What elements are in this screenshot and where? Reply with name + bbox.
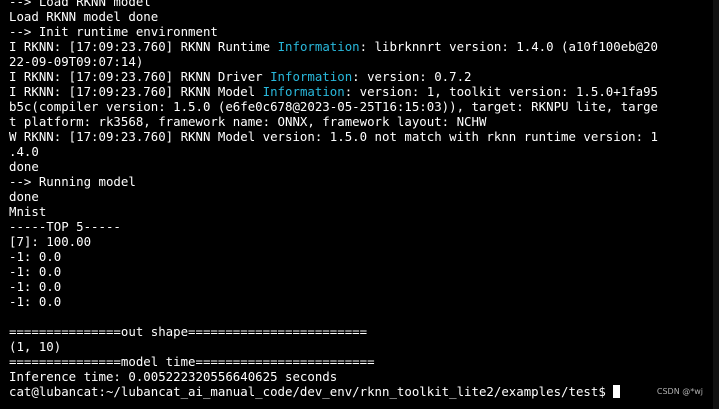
terminal-line: I RKNN: [17:09:23.760] RKNN Model Inform… (9, 84, 711, 99)
terminal-line-text: --> Load RKNN model (9, 0, 151, 9)
terminal-line: I RKNN: [17:09:23.760] RKNN Runtime Info… (9, 39, 711, 54)
terminal-line-text: --> Init runtime environment (9, 24, 218, 39)
terminal-line: ===============model time===============… (9, 354, 711, 369)
terminal-line: I RKNN: [17:09:23.760] RKNN Driver Infor… (9, 69, 711, 84)
terminal-line-text: ===============out shape================… (9, 324, 368, 339)
terminal-line-text: : librknnrt version: 1.4.0 (a10f100eb@20 (359, 39, 659, 54)
terminal-line-text: -1: 0.0 (9, 264, 62, 279)
terminal-line-text: I RKNN: [17:09:23.760] RKNN Runtime (9, 39, 278, 54)
terminal-line-text: b5c(compiler version: 1.5.0 (e6fe0c678@2… (9, 99, 659, 114)
terminal-line: [7]: 100.00 (9, 234, 711, 249)
terminal-line-text: I RKNN: [17:09:23.760] RKNN Driver (9, 69, 271, 84)
terminal-line: -1: 0.0 (9, 294, 711, 309)
terminal-line: -1: 0.0 (9, 264, 711, 279)
terminal-line-text: --> Running model (9, 174, 136, 189)
terminal-line-text: t platform: rk3568, framework name: ONNX… (9, 114, 487, 129)
terminal-line-text: done (9, 189, 39, 204)
terminal-line: Inference time: 0.005222320556640625 sec… (9, 369, 711, 384)
terminal-line-text: -1: 0.0 (9, 249, 62, 264)
terminal-line: -1: 0.0 (9, 279, 711, 294)
shell-prompt: cat@lubancat:~/lubancat_ai_manual_code/d… (9, 384, 614, 399)
terminal-line-text: -1: 0.0 (9, 279, 62, 294)
terminal-line: --> Init runtime environment (9, 24, 711, 39)
terminal-line-text: .4.0 (9, 144, 39, 159)
terminal-line-text: I RKNN: [17:09:23.760] RKNN Model (9, 84, 263, 99)
watermark: CSDN @*wj (656, 387, 703, 396)
terminal-line-text: done (9, 159, 39, 174)
terminal-line-text: Mnist (9, 204, 47, 219)
shell-prompt-line[interactable]: cat@lubancat:~/lubancat_ai_manual_code/d… (9, 384, 711, 399)
terminal-line-text: -1: 0.0 (9, 294, 62, 309)
terminal-line-text: Inference time: 0.005222320556640625 sec… (9, 369, 338, 384)
terminal-line: b5c(compiler version: 1.5.0 (e6fe0c678@2… (9, 99, 711, 114)
terminal-line: (1, 10) (9, 339, 711, 354)
terminal-window[interactable]: --> Load RKNN model Load RKNN model done -… (0, 0, 719, 409)
terminal-line: Mnist (9, 204, 711, 219)
terminal-line: --> Running model (9, 174, 711, 189)
terminal-line-text: : version: 0.7.2 (352, 69, 472, 84)
terminal-line: --> Load RKNN model (9, 0, 711, 9)
terminal-line-text: : version: 1, toolkit version: 1.5.0+1fa… (344, 84, 659, 99)
log-level-highlight: Information (270, 69, 353, 84)
terminal-line: Load RKNN model done (9, 9, 711, 24)
terminal-scrollbar[interactable] (713, 0, 719, 409)
terminal-line: W RKNN: [17:09:23.760] RKNN Model versio… (9, 129, 711, 144)
terminal-output: --> Load RKNN model Load RKNN model done -… (9, 0, 711, 399)
terminal-line-text: (1, 10) (9, 339, 62, 354)
terminal-line-text: -----TOP 5----- (9, 219, 121, 234)
terminal-line-text: [7]: 100.00 (9, 234, 92, 249)
terminal-line: 22-09-09T09:07:14) (9, 54, 711, 69)
terminal-line: done (9, 189, 711, 204)
terminal-line: .4.0 (9, 144, 711, 159)
terminal-line: done (9, 159, 711, 174)
terminal-line-text: ===============model time===============… (9, 354, 375, 369)
text-cursor (613, 385, 621, 398)
terminal-line-text: Load RKNN model done (9, 9, 159, 24)
terminal-line-text: 22-09-09T09:07:14) (9, 54, 144, 69)
terminal-line: t platform: rk3568, framework name: ONNX… (9, 114, 711, 129)
terminal-line: ===============out shape================… (9, 324, 711, 339)
log-level-highlight: Information (277, 39, 360, 54)
terminal-line: -1: 0.0 (9, 249, 711, 264)
terminal-line: -----TOP 5----- (9, 219, 711, 234)
terminal-line-text: W RKNN: [17:09:23.760] RKNN Model versio… (9, 129, 659, 144)
log-level-highlight: Information (262, 84, 345, 99)
